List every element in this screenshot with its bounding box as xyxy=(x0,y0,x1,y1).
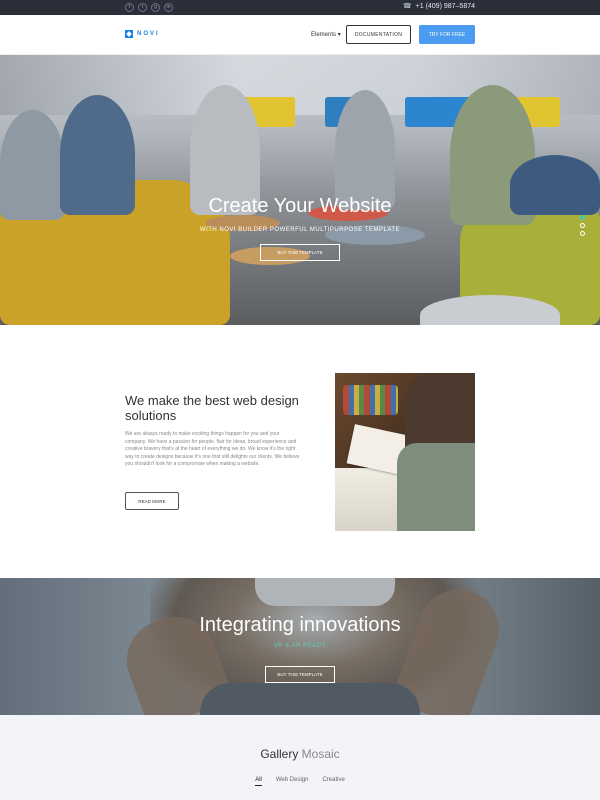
phone-number: +1 (409) 987–5874 xyxy=(415,2,475,10)
gallery-title-light: Mosaic xyxy=(301,747,340,761)
hero-title: Create Your Website xyxy=(208,195,392,217)
gallery-section: Gallery Mosaic All Web Design Creative xyxy=(0,715,600,800)
designer-image xyxy=(335,373,475,531)
innovations-subtitle: VR & AR READY xyxy=(273,643,327,649)
header: NOVI Elements ▾ DOCUMENTATION TRY FOR FR… xyxy=(0,15,600,55)
about-title: We make the best web design solutions xyxy=(125,393,299,423)
social-links: f t g in xyxy=(125,3,173,12)
google-plus-icon[interactable]: g xyxy=(151,3,160,12)
gallery-filters: All Web Design Creative xyxy=(0,777,600,786)
linkedin-icon[interactable]: in xyxy=(164,3,173,12)
filter-web-design[interactable]: Web Design xyxy=(276,777,309,786)
try-for-free-button[interactable]: TRY FOR FREE xyxy=(419,25,475,44)
slider-dot[interactable] xyxy=(580,215,585,220)
top-bar: f t g in ☎ +1 (409) 987–5874 xyxy=(0,0,600,15)
hero-slider: Create Your Website WITH NOVI BUILDER PO… xyxy=(0,55,600,325)
twitter-icon[interactable]: t xyxy=(138,3,147,12)
phone-contact[interactable]: ☎ +1 (409) 987–5874 xyxy=(402,2,475,11)
innovations-title: Integrating innovations xyxy=(199,614,401,636)
chevron-down-icon: ▾ xyxy=(337,32,341,38)
slider-pagination xyxy=(580,215,585,236)
documentation-button[interactable]: DOCUMENTATION xyxy=(346,25,411,44)
filter-all[interactable]: All xyxy=(255,777,262,786)
logo-text: NOVI xyxy=(137,31,160,37)
gallery-title-main: Gallery xyxy=(260,747,299,761)
buy-template-button-2[interactable]: BUY THIS TEMPLATE xyxy=(265,666,335,683)
logo-icon xyxy=(125,30,133,38)
about-text: We are always ready to make exciting thi… xyxy=(125,431,300,467)
hero-subtitle: WITH NOVI BUILDER POWERFUL MULTIPURPOSE … xyxy=(199,227,401,233)
slider-dot[interactable] xyxy=(580,231,585,236)
nav-elements-menu[interactable]: Elements ▾ xyxy=(311,31,341,38)
gallery-title: Gallery Mosaic xyxy=(0,747,600,761)
phone-icon: ☎ xyxy=(402,3,412,10)
slider-dot[interactable] xyxy=(580,223,585,228)
facebook-icon[interactable]: f xyxy=(125,3,134,12)
logo[interactable]: NOVI xyxy=(125,30,160,38)
innovations-section: Integrating innovations VR & AR READY BU… xyxy=(0,578,600,715)
nav-elements-label: Elements xyxy=(311,32,337,38)
filter-creative[interactable]: Creative xyxy=(322,777,344,786)
buy-template-button[interactable]: BUY THIS TEMPLATE xyxy=(260,244,340,261)
read-more-button[interactable]: READ MORE xyxy=(125,492,179,510)
